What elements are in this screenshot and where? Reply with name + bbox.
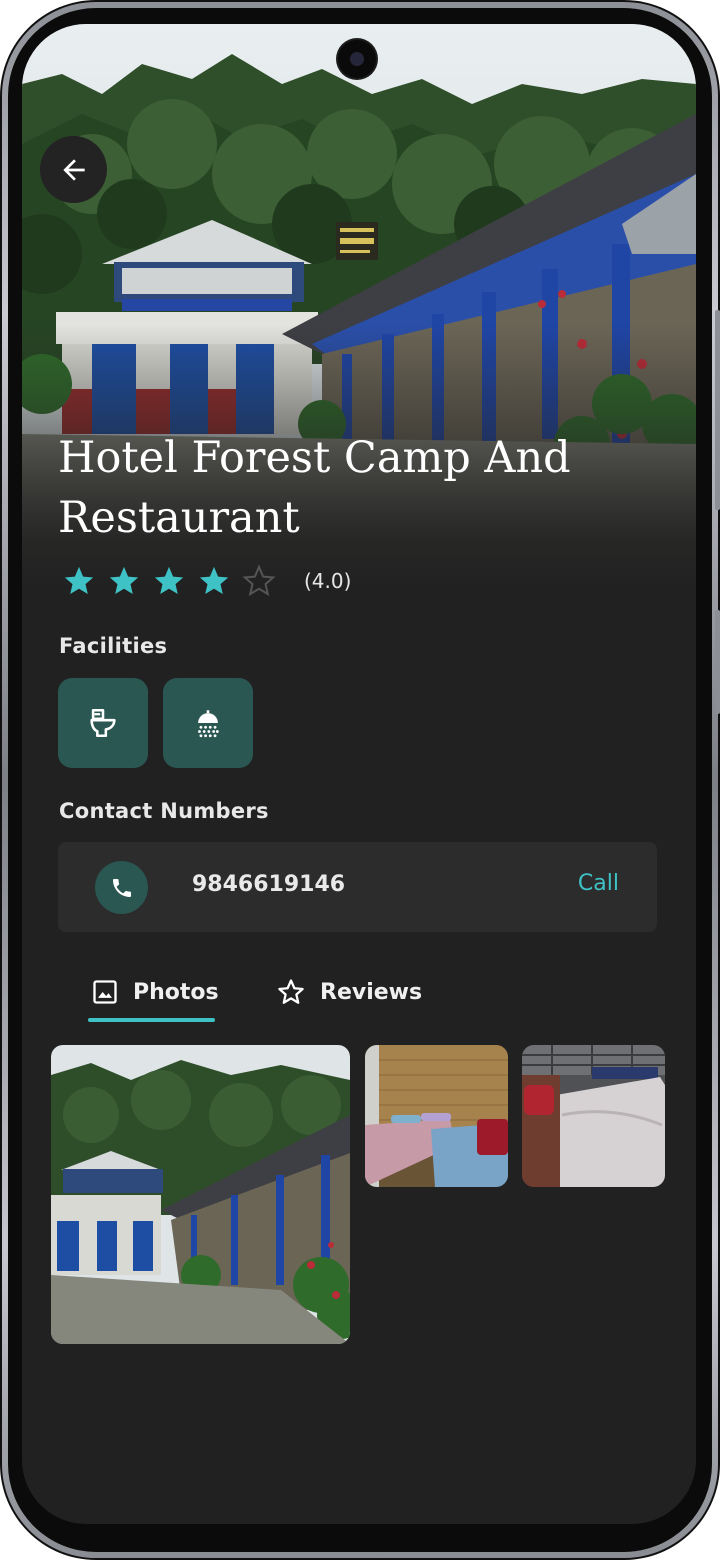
star-outline-icon bbox=[278, 979, 304, 1004]
photo-thumbnail[interactable] bbox=[522, 1045, 665, 1187]
phone-frame: Hotel Forest Camp And Restaurant (4.0) F… bbox=[0, 0, 720, 1560]
app-screen: Hotel Forest Camp And Restaurant (4.0) F… bbox=[22, 24, 696, 1524]
facility-shower[interactable] bbox=[163, 678, 253, 768]
power-button bbox=[715, 610, 720, 714]
tab-reviews-label: Reviews bbox=[320, 979, 423, 1005]
content-tabs: Photos Reviews bbox=[58, 964, 658, 1024]
call-button[interactable]: Call bbox=[578, 871, 619, 896]
phone-icon-badge bbox=[95, 861, 148, 914]
star-filled-icon bbox=[64, 566, 94, 595]
tab-reviews[interactable]: Reviews bbox=[276, 964, 422, 1020]
contact-card: 9846619146 Call bbox=[58, 842, 657, 932]
star-filled-icon bbox=[154, 566, 184, 595]
star-rating: (4.0) bbox=[62, 564, 351, 598]
phone-icon bbox=[112, 878, 131, 897]
active-tab-indicator bbox=[88, 1018, 215, 1022]
arrow-left-icon bbox=[62, 158, 85, 181]
photo-thumbnail[interactable] bbox=[365, 1045, 508, 1187]
hotel-name: Hotel Forest Camp And Restaurant bbox=[58, 433, 571, 543]
rating-value: (4.0) bbox=[304, 569, 352, 593]
tab-photos[interactable]: Photos bbox=[91, 964, 219, 1020]
star-empty-icon bbox=[242, 564, 276, 597]
front-camera bbox=[338, 40, 376, 78]
star-filled-icon bbox=[199, 566, 229, 595]
back-button[interactable] bbox=[40, 136, 107, 203]
tab-photos-label: Photos bbox=[133, 979, 219, 1005]
volume-button bbox=[715, 310, 720, 510]
photo-thumbnail[interactable] bbox=[51, 1045, 350, 1344]
shower-icon bbox=[198, 710, 219, 738]
star-filled-icon bbox=[109, 566, 139, 595]
toilet-icon bbox=[90, 708, 116, 738]
contact-heading: Contact Numbers bbox=[59, 799, 269, 823]
facilities-heading: Facilities bbox=[59, 634, 168, 658]
phone-number: 9846619146 bbox=[192, 872, 346, 897]
facility-toilet[interactable] bbox=[58, 678, 148, 768]
image-icon bbox=[93, 980, 117, 1004]
